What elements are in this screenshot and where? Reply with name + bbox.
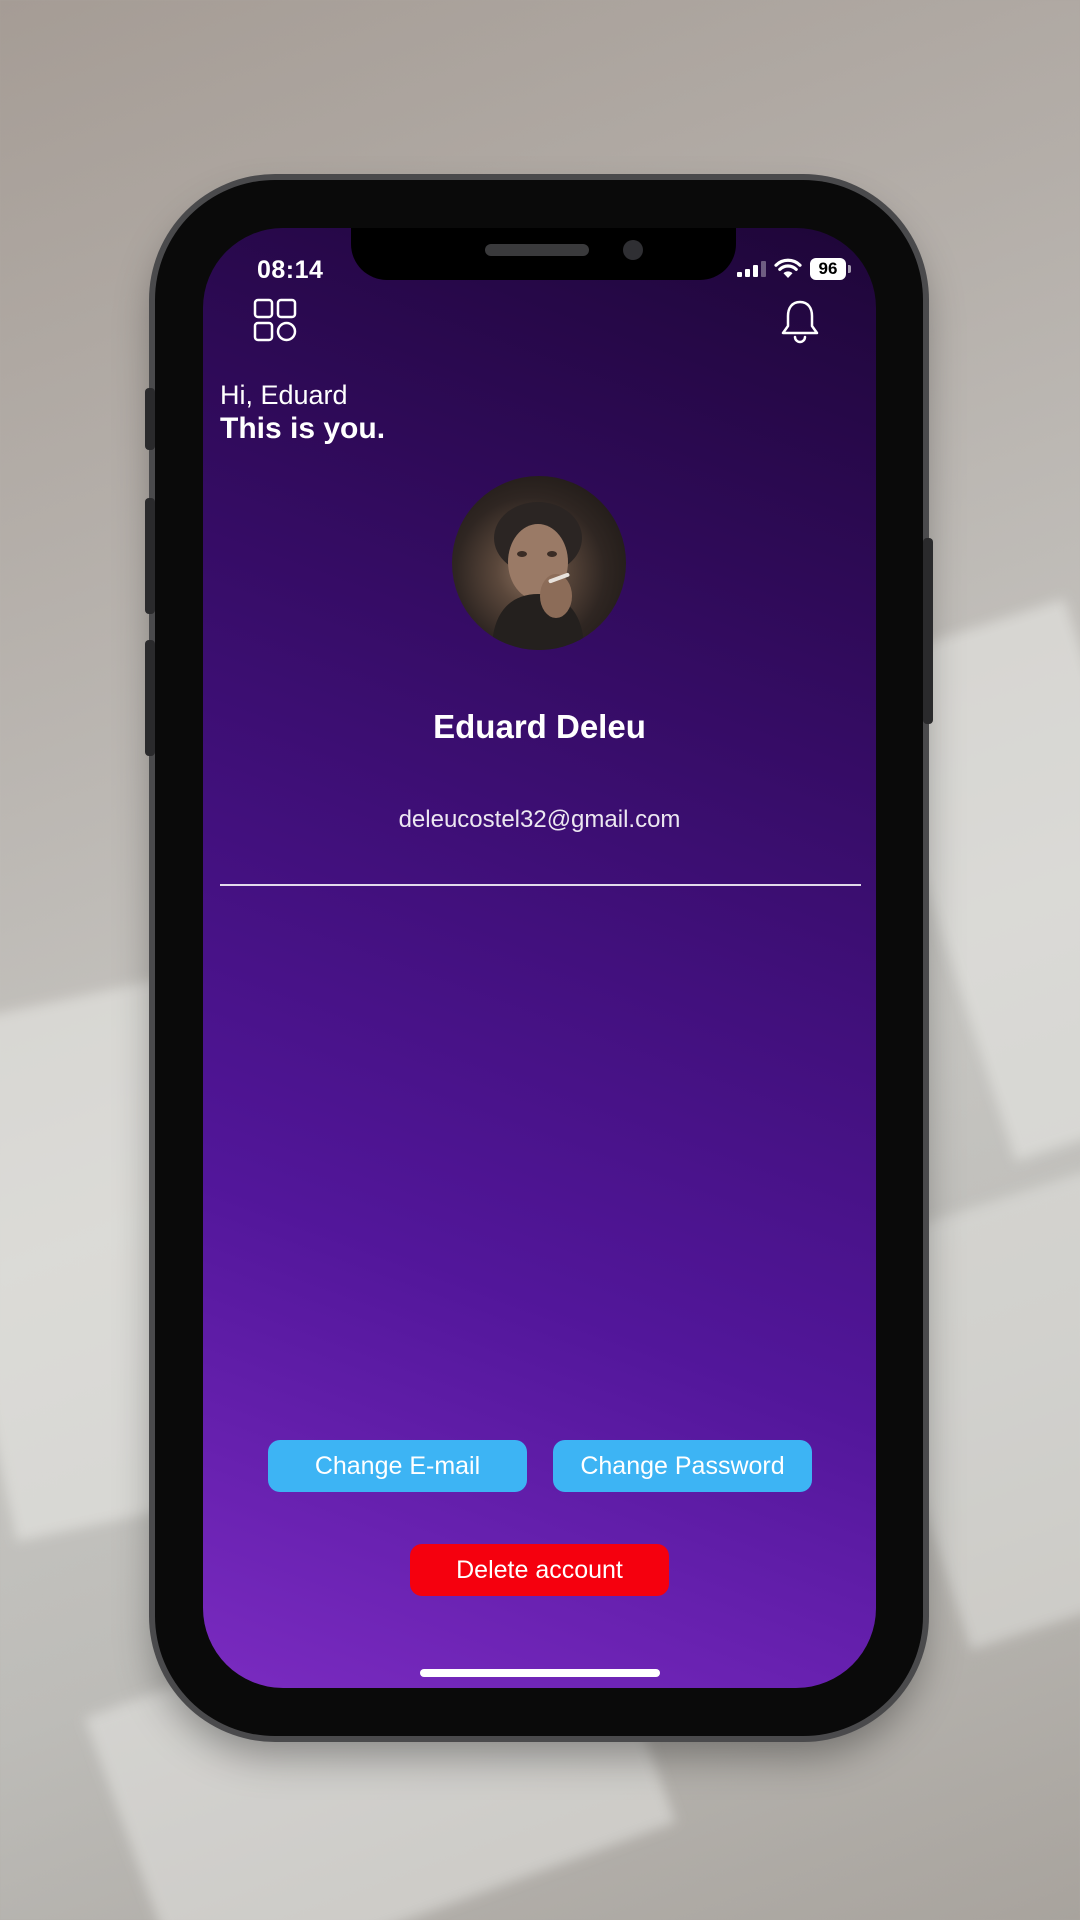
battery-icon: 96 [810, 258, 851, 280]
home-indicator[interactable] [420, 1669, 660, 1677]
delete-account-button[interactable]: Delete account [410, 1544, 669, 1596]
speaker-grille [485, 244, 589, 256]
power-button [923, 538, 933, 724]
avatar[interactable] [452, 476, 626, 650]
mute-switch [145, 388, 155, 450]
phone-frame: 08:14 96 Hi, Eduard This is you. Eduard … [145, 180, 933, 1736]
signal-icon [737, 261, 766, 277]
divider [220, 884, 861, 886]
change-email-button[interactable]: Change E-mail [268, 1440, 527, 1492]
grid-menu-icon[interactable] [253, 298, 299, 344]
bell-icon[interactable] [778, 298, 822, 344]
volume-up-button [145, 498, 155, 614]
profile-name: Eduard Deleu [433, 708, 646, 745]
wifi-icon [774, 258, 802, 278]
profile-email: deleucostel32@gmail.com [398, 806, 681, 833]
greeting-text: Hi, Eduard [220, 380, 348, 410]
page-title: This is you. [220, 412, 386, 445]
notch [351, 228, 736, 280]
status-time: 08:14 [257, 256, 324, 284]
front-camera [623, 240, 643, 260]
change-password-button[interactable]: Change Password [553, 1440, 812, 1492]
avatar-photo [492, 502, 584, 650]
status-icons: 96 [737, 258, 851, 280]
volume-down-button [145, 640, 155, 756]
app-screen: 08:14 96 Hi, Eduard This is you. Eduard … [203, 228, 876, 1688]
